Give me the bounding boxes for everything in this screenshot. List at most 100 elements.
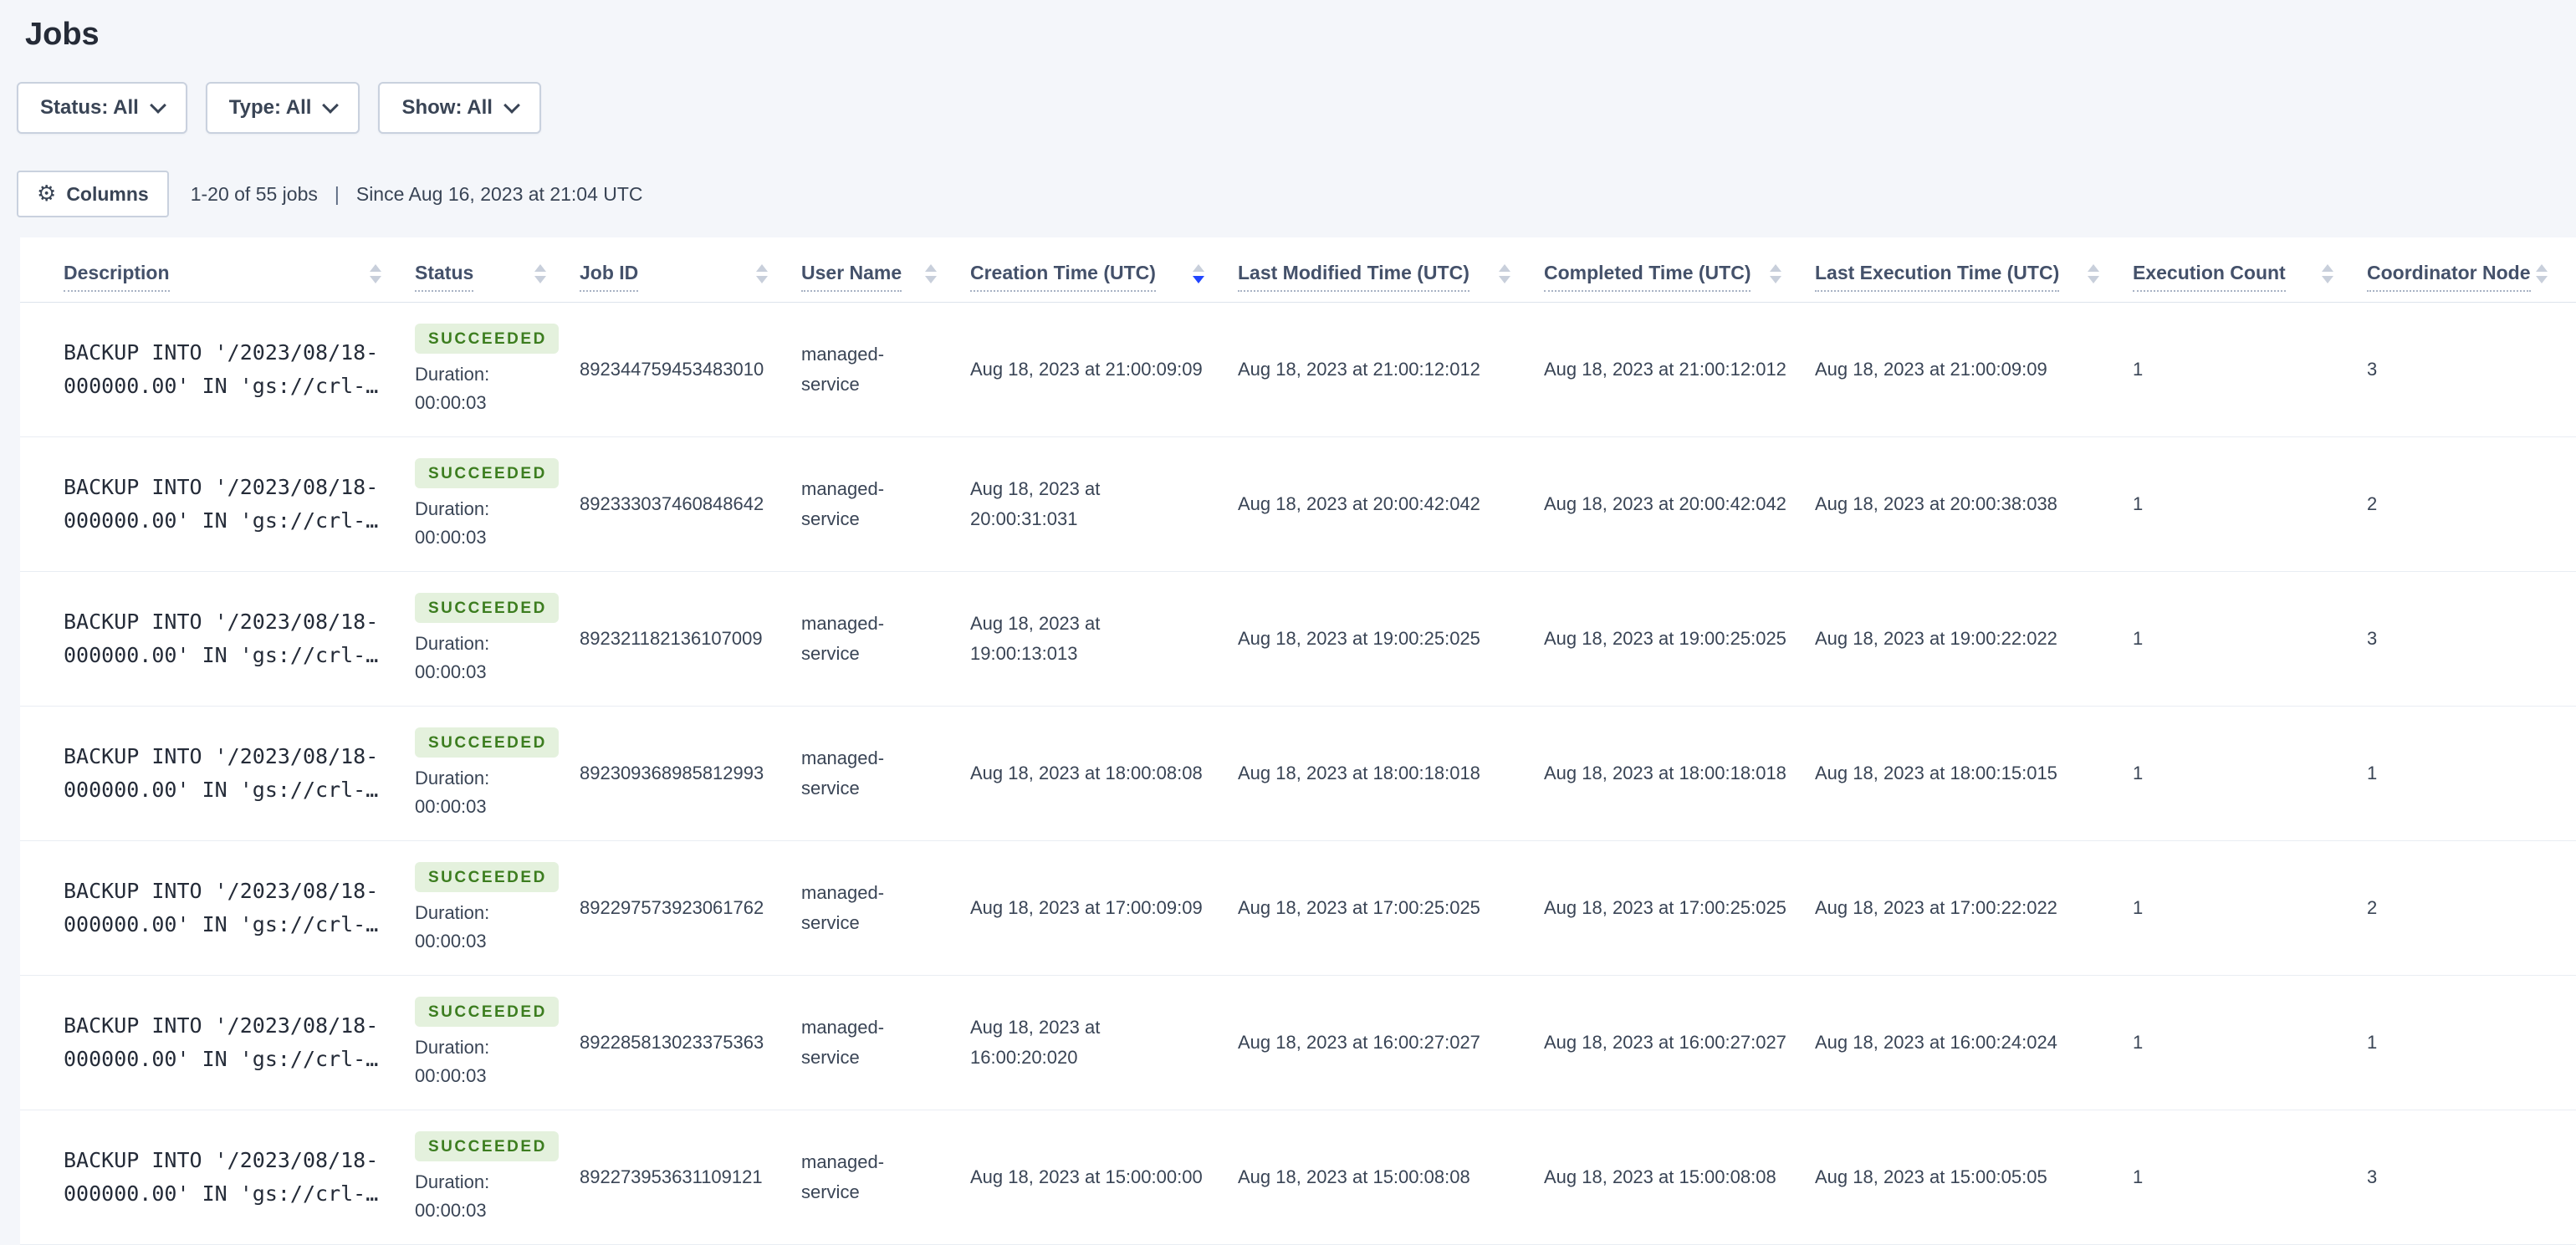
job-description-line: BACKUP INTO '/2023/08/18- bbox=[64, 474, 379, 499]
job-description-line: BACKUP INTO '/2023/08/18- bbox=[64, 339, 379, 365]
chevron-down-icon bbox=[149, 96, 166, 114]
table-row: BACKUP INTO '/2023/08/18- 000000.00' IN '… bbox=[20, 707, 2576, 841]
execution-count: 1 bbox=[2133, 1166, 2144, 1187]
job-description-line: 000000.00' IN 'gs://crl-… bbox=[64, 373, 379, 398]
sort-carets-icon bbox=[1770, 263, 1781, 292]
table-row: BACKUP INTO '/2023/08/18- 000000.00' IN '… bbox=[20, 303, 2576, 437]
last-modified-time: Aug 18, 2023 at 18:00:18:018 bbox=[1238, 762, 1480, 783]
last-modified-time: Aug 18, 2023 at 15:00:08:08 bbox=[1238, 1166, 1470, 1187]
execution-count: 1 bbox=[2133, 896, 2144, 918]
column-header-label: Description bbox=[64, 261, 170, 292]
creation-time: Aug 18, 2023 at 17:00:09:09 bbox=[970, 896, 1203, 918]
execution-count: 1 bbox=[2133, 627, 2144, 649]
column-header-job-id[interactable]: Job ID bbox=[580, 261, 801, 302]
since-timestamp: Since Aug 16, 2023 at 21:04 UTC bbox=[355, 182, 643, 205]
column-header-completed-time-utc[interactable]: Completed Time (UTC) bbox=[1544, 261, 1815, 302]
duration-value: 00:00:03 bbox=[415, 1065, 487, 1087]
job-id: 892285813023375363 bbox=[580, 1031, 764, 1053]
coordinator-node: 1 bbox=[2367, 1031, 2378, 1053]
job-id: 892321182136107009 bbox=[580, 627, 763, 649]
execution-count: 1 bbox=[2133, 358, 2144, 380]
sort-carets-icon bbox=[2535, 263, 2548, 292]
column-header-creation-time-utc[interactable]: Creation Time (UTC) bbox=[970, 261, 1238, 302]
completed-time: Aug 18, 2023 at 21:00:12:012 bbox=[1544, 358, 1786, 380]
job-description-link[interactable]: BACKUP INTO '/2023/08/18- 000000.00' IN '… bbox=[64, 336, 415, 403]
last-execution-time: Aug 18, 2023 at 16:00:24:024 bbox=[1815, 1031, 2057, 1053]
jobs-table: Description Status Job ID User Name Creation… bbox=[20, 237, 2576, 1245]
column-header-user-name[interactable]: User Name bbox=[801, 261, 970, 302]
column-header-last-execution-time-utc[interactable]: Last Execution Time (UTC) bbox=[1815, 261, 2133, 302]
column-header-execution-count[interactable]: Execution Count bbox=[2133, 261, 2367, 302]
column-header-label: Status bbox=[415, 261, 474, 292]
last-modified-time: Aug 18, 2023 at 21:00:12:012 bbox=[1238, 358, 1480, 380]
column-header-status[interactable]: Status bbox=[415, 261, 580, 302]
show-filter-dropdown[interactable]: Show: All bbox=[378, 82, 541, 134]
duration-value: 00:00:03 bbox=[415, 392, 487, 414]
column-header-coordinator-node[interactable]: Coordinator Node bbox=[2367, 261, 2554, 302]
column-header-label: Coordinator Node bbox=[2367, 261, 2531, 292]
completed-time: Aug 18, 2023 at 20:00:42:042 bbox=[1544, 492, 1786, 514]
creation-time: Aug 18, 2023 at 15:00:00:00 bbox=[970, 1166, 1203, 1187]
table-toolbar: ⚙ Columns 1-20 of 55 jobs | Since Aug 16… bbox=[17, 171, 2576, 217]
job-description-line: BACKUP INTO '/2023/08/18- bbox=[64, 1147, 379, 1172]
type-filter-dropdown[interactable]: Type: All bbox=[205, 82, 360, 134]
job-description-line: 000000.00' IN 'gs://crl-… bbox=[64, 777, 379, 802]
columns-button[interactable]: ⚙ Columns bbox=[17, 171, 169, 217]
status-badge: SUCCEEDED bbox=[415, 727, 559, 758]
status-filter-dropdown[interactable]: Status: All bbox=[17, 82, 187, 134]
column-header-label: Last Modified Time (UTC) bbox=[1238, 261, 1469, 292]
table-row: BACKUP INTO '/2023/08/18- 000000.00' IN '… bbox=[20, 572, 2576, 707]
column-header-label: Last Execution Time (UTC) bbox=[1815, 261, 2060, 292]
column-header-label: Job ID bbox=[580, 261, 639, 292]
results-separator: | bbox=[334, 182, 340, 205]
job-description-link[interactable]: BACKUP INTO '/2023/08/18- 000000.00' IN '… bbox=[64, 1144, 415, 1211]
gear-icon: ⚙ bbox=[37, 181, 57, 207]
status-badge: SUCCEEDED bbox=[415, 997, 559, 1028]
user-name: managed-service bbox=[801, 1016, 885, 1068]
duration-label: Duration: bbox=[415, 364, 490, 385]
job-id: 892333037460848642 bbox=[580, 492, 764, 514]
job-description-link[interactable]: BACKUP INTO '/2023/08/18- 000000.00' IN '… bbox=[64, 471, 415, 538]
status-badge: SUCCEEDED bbox=[415, 1131, 559, 1162]
sort-carets-icon bbox=[1193, 263, 1204, 292]
status-cell: SUCCEEDED Duration: 00:00:03 bbox=[415, 457, 580, 550]
duration-value: 00:00:03 bbox=[415, 661, 487, 683]
completed-time: Aug 18, 2023 at 15:00:08:08 bbox=[1544, 1166, 1776, 1187]
completed-time: Aug 18, 2023 at 17:00:25:025 bbox=[1544, 896, 1786, 918]
column-header-description[interactable]: Description bbox=[64, 261, 415, 302]
coordinator-node: 1 bbox=[2367, 762, 2378, 783]
job-description-link[interactable]: BACKUP INTO '/2023/08/18- 000000.00' IN '… bbox=[64, 605, 415, 672]
sort-carets-icon bbox=[370, 263, 381, 292]
status-cell: SUCCEEDED Duration: 00:00:03 bbox=[415, 1130, 580, 1223]
table-row: BACKUP INTO '/2023/08/18- 000000.00' IN '… bbox=[20, 976, 2576, 1110]
last-modified-time: Aug 18, 2023 at 19:00:25:025 bbox=[1238, 627, 1480, 649]
status-cell: SUCCEEDED Duration: 00:00:03 bbox=[415, 996, 580, 1089]
chevron-down-icon bbox=[503, 96, 520, 114]
job-id: 892297573923061762 bbox=[580, 896, 764, 918]
coordinator-node: 3 bbox=[2367, 1166, 2378, 1187]
completed-time: Aug 18, 2023 at 16:00:27:027 bbox=[1544, 1031, 1786, 1053]
duration-label: Duration: bbox=[415, 1171, 490, 1193]
last-execution-time: Aug 18, 2023 at 18:00:15:015 bbox=[1815, 762, 2057, 783]
column-header-last-modified-time-utc[interactable]: Last Modified Time (UTC) bbox=[1238, 261, 1544, 302]
job-description-line: BACKUP INTO '/2023/08/18- bbox=[64, 609, 379, 634]
job-description-line: 000000.00' IN 'gs://crl-… bbox=[64, 911, 379, 936]
job-description-link[interactable]: BACKUP INTO '/2023/08/18- 000000.00' IN '… bbox=[64, 740, 415, 807]
job-description-link[interactable]: BACKUP INTO '/2023/08/18- 000000.00' IN '… bbox=[64, 1009, 415, 1076]
job-description-link[interactable]: BACKUP INTO '/2023/08/18- 000000.00' IN '… bbox=[64, 875, 415, 941]
last-modified-time: Aug 18, 2023 at 17:00:25:025 bbox=[1238, 896, 1480, 918]
user-name: managed-service bbox=[801, 1151, 885, 1202]
creation-time: Aug 18, 2023 at 18:00:08:08 bbox=[970, 762, 1203, 783]
job-description-line: BACKUP INTO '/2023/08/18- bbox=[64, 878, 379, 903]
creation-time: Aug 18, 2023 at 21:00:09:09 bbox=[970, 358, 1203, 380]
table-row: BACKUP INTO '/2023/08/18- 000000.00' IN '… bbox=[20, 1110, 2576, 1245]
filters-row: Status: All Type: All Show: All bbox=[17, 82, 2576, 134]
execution-count: 1 bbox=[2133, 492, 2144, 514]
sort-carets-icon bbox=[756, 263, 768, 292]
columns-button-label: Columns bbox=[66, 182, 149, 205]
coordinator-node: 3 bbox=[2367, 358, 2378, 380]
table-body: BACKUP INTO '/2023/08/18- 000000.00' IN '… bbox=[20, 303, 2576, 1245]
user-name: managed-service bbox=[801, 477, 885, 529]
table-row: BACKUP INTO '/2023/08/18- 000000.00' IN '… bbox=[20, 437, 2576, 572]
show-filter-label: Show: All bbox=[401, 96, 493, 119]
